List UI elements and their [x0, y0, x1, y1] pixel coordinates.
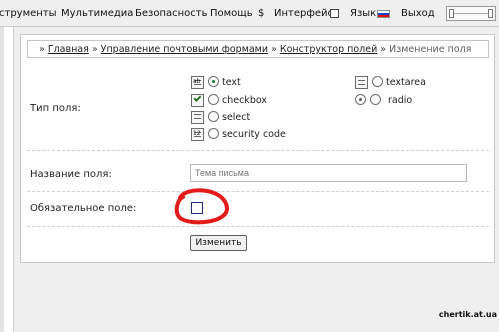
field-type-security-code-label: security code — [222, 129, 286, 140]
left-sidebar-edge — [0, 27, 14, 332]
text-field-icon: ab — [191, 76, 204, 89]
breadcrumb-separator-icon: » — [91, 44, 98, 55]
menu-item-dollar[interactable]: $ — [258, 8, 264, 19]
breadcrumb-current-page: Изменение поля — [389, 44, 472, 55]
field-type-radio-text[interactable] — [208, 76, 219, 87]
checkbox-icon — [191, 94, 204, 107]
field-type-option-security-code[interactable]: 12 security code — [191, 128, 311, 141]
menu-item-language[interactable]: Язык — [350, 8, 376, 19]
form-divider — [27, 226, 489, 227]
slider-handle-right[interactable] — [488, 9, 493, 18]
field-edit-form — [27, 64, 489, 256]
watermark: chertik.at.ua — [438, 310, 497, 319]
menu-item-tools[interactable]: струменты — [0, 8, 57, 19]
field-type-text-label: text — [222, 77, 241, 88]
field-type-option-textarea[interactable]: textarea — [355, 76, 455, 89]
field-type-radio-radio[interactable] — [370, 94, 381, 105]
breadcrumb-field-builder-link[interactable]: Конструктор полей — [280, 44, 377, 55]
menu-item-multimedia[interactable]: Мультимедиа — [61, 8, 133, 19]
field-name-input[interactable] — [190, 164, 467, 182]
russian-flag-icon[interactable] — [377, 10, 390, 18]
field-type-textarea-label: textarea — [386, 77, 426, 88]
submit-button[interactable]: Изменить — [190, 235, 247, 251]
field-type-option-radio[interactable]: radio — [355, 94, 455, 107]
field-type-checkbox-label: checkbox — [222, 95, 267, 106]
field-type-option-text[interactable]: ab text — [191, 76, 291, 89]
field-type-radio-textarea[interactable] — [372, 76, 383, 87]
form-divider — [27, 191, 489, 192]
field-type-option-checkbox[interactable]: checkbox — [191, 94, 291, 107]
form-divider — [27, 150, 489, 151]
select-icon — [191, 111, 204, 124]
zoom-slider[interactable] — [446, 6, 496, 21]
breadcrumb-separator-icon: » — [380, 44, 387, 55]
menu-item-security[interactable]: Безопасность — [135, 8, 208, 19]
breadcrumb-separator-icon: » — [271, 44, 277, 55]
top-menu-bar: струменты Мультимедиа Безопасность Помощ… — [0, 0, 499, 27]
field-type-label: Тип поля: — [30, 103, 81, 114]
breadcrumb-separator-icon: » — [39, 44, 45, 55]
field-type-radio-select[interactable] — [208, 111, 219, 122]
radio-icon — [355, 94, 366, 105]
breadcrumb-mail-forms-link[interactable]: Управление почтовыми формами — [101, 44, 268, 55]
field-type-radio-label: radio — [388, 95, 413, 106]
field-type-select-label: select — [222, 112, 251, 123]
breadcrumb-home-link[interactable]: Главная — [48, 44, 89, 55]
required-field-label: Обязательное поле: — [30, 203, 137, 214]
interface-checkbox-icon[interactable] — [330, 9, 339, 18]
textarea-icon — [355, 76, 368, 89]
breadcrumb: » Главная» Управление почтовыми формами» Ко… — [27, 40, 489, 58]
menu-item-exit[interactable]: Выход — [401, 8, 435, 19]
slider-handle-left[interactable] — [449, 9, 454, 18]
field-name-label: Название поля: — [30, 169, 112, 180]
menu-item-interface[interactable]: Интерфейс — [274, 8, 333, 19]
field-type-option-select[interactable]: select — [191, 111, 291, 124]
field-type-radio-checkbox[interactable] — [208, 94, 219, 105]
field-type-radio-security-code[interactable] — [208, 128, 219, 139]
red-circle-annotation-icon — [174, 188, 229, 225]
menu-item-help[interactable]: Помощь — [210, 8, 253, 19]
security-code-icon: 12 — [191, 128, 204, 141]
